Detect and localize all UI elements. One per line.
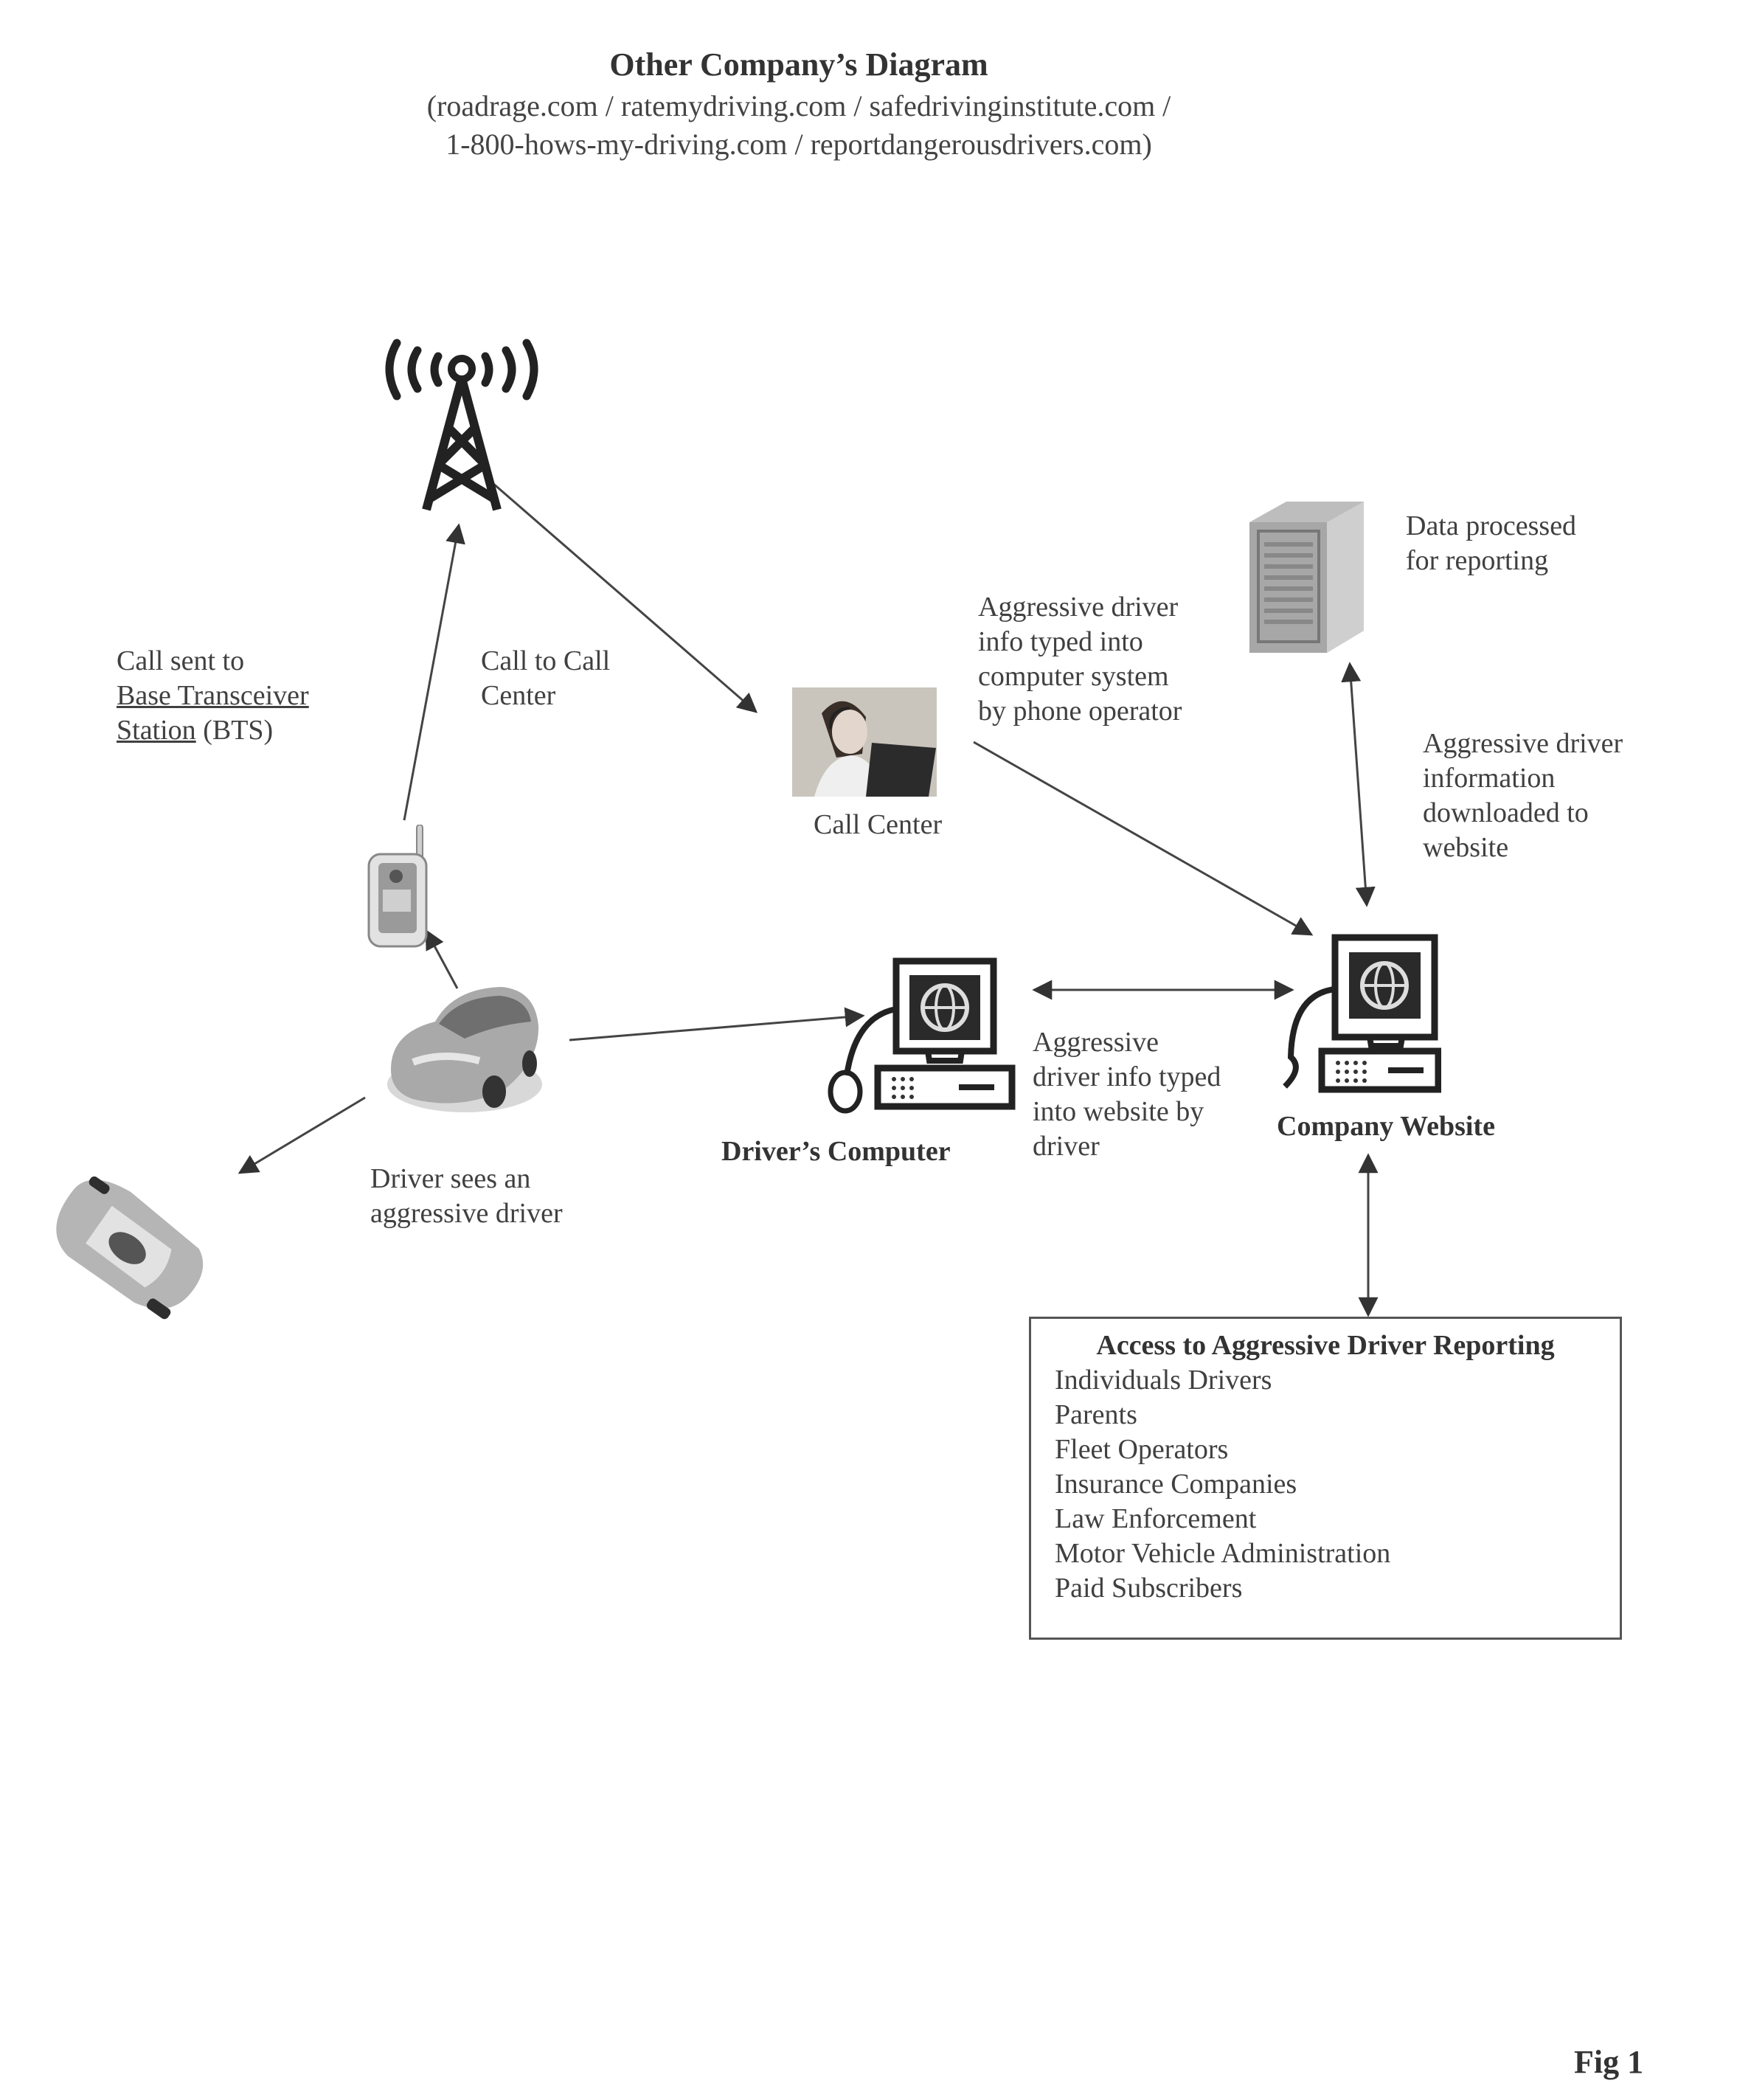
list-item: Individuals Drivers [1055, 1365, 1272, 1396]
server-icon [1249, 502, 1364, 653]
cell-tower-icon [385, 339, 538, 511]
label-line: information [1423, 763, 1556, 794]
label-line: computer system [978, 661, 1169, 692]
label-line: website [1423, 832, 1509, 863]
figure-label: Fig 1 [1574, 2044, 1644, 2080]
driver-typed-label: Aggressive driver info typed into websit… [1033, 1025, 1221, 1164]
arrow-car-to-drivers-computer [569, 1007, 865, 1042]
call-sent-line-3: Station (BTS) [117, 713, 309, 748]
list-item: Fleet Operators [1055, 1434, 1229, 1465]
arrow-call-center-to-website [973, 741, 1314, 936]
arrow-car-to-aggressive-car [238, 1096, 366, 1174]
label-line: driver info typed [1033, 1061, 1221, 1092]
computer-icon [1283, 934, 1441, 1093]
car-icon [387, 987, 542, 1112]
company-website-label: Company Website [1277, 1111, 1495, 1142]
computer-icon [828, 957, 1016, 1114]
drivers-computer-label: Driver’s Computer [721, 1136, 951, 1167]
label-line: by phone operator [978, 696, 1182, 727]
arrow-server-website [1341, 662, 1376, 907]
access-box-title: Access to Aggressive Driver Reporting [1096, 1330, 1555, 1361]
label-line: Center [481, 680, 556, 711]
call-sent-label: Call sent to Base Transceiver Station (B… [117, 644, 309, 748]
driver-sees-label: Driver sees an aggressive driver [370, 1162, 563, 1231]
label-line: Aggressive driver [1423, 728, 1623, 759]
call-sent-bts: (BTS) [195, 715, 274, 746]
call-sent-station: Station [117, 715, 196, 746]
call-sent-line-1: Call sent to [117, 645, 245, 676]
list-item: Motor Vehicle Administration [1055, 1538, 1391, 1569]
label-line: Driver sees an [370, 1163, 531, 1194]
label-line: Aggressive driver [978, 592, 1179, 623]
list-item: Paid Subscribers [1055, 1573, 1243, 1604]
cell-phone-icon [367, 825, 428, 948]
car-icon [56, 1177, 204, 1320]
call-center-operator-icon [792, 687, 937, 797]
label-line: Call to Call [481, 645, 611, 676]
call-center-label: Call Center [814, 809, 943, 840]
label-line: Aggressive [1033, 1027, 1159, 1058]
access-reporting-box: Access to Aggressive Driver Reporting In… [1029, 1317, 1622, 1640]
arrow-phone-to-tower [403, 523, 465, 821]
access-box-list: Individuals Drivers Parents Fleet Operat… [1055, 1363, 1390, 1606]
label-line: downloaded to [1423, 797, 1589, 828]
list-item: Law Enforcement [1055, 1503, 1257, 1534]
label-line: aggressive driver [370, 1198, 563, 1229]
list-item: Parents [1055, 1399, 1137, 1430]
label-line: for reporting [1406, 545, 1549, 576]
label-line: into website by [1033, 1096, 1204, 1127]
call-sent-line-2: Base Transceiver [117, 680, 309, 711]
info-downloaded-label: Aggressive driver information downloaded… [1423, 727, 1623, 865]
label-line: info typed into [978, 626, 1143, 657]
call-to-call-center-label: Call to Call Center [481, 644, 610, 713]
label-line: driver [1033, 1131, 1100, 1162]
label-line: Data processed [1406, 510, 1577, 541]
list-item: Insurance Companies [1055, 1469, 1297, 1500]
operator-typed-label: Aggressive driver info typed into comput… [978, 590, 1182, 729]
data-processed-label: Data processed for reporting [1406, 509, 1576, 578]
